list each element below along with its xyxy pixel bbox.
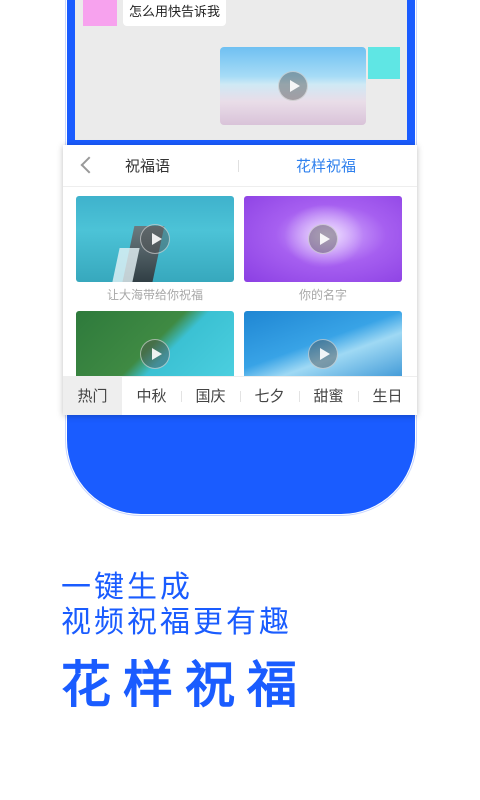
category-tab-mid-autumn[interactable]: 中秋 <box>122 377 181 415</box>
back-icon[interactable] <box>80 156 98 174</box>
promo-title: 花样祝福 <box>61 656 309 714</box>
avatar[interactable] <box>368 47 400 79</box>
video-thumbnail[interactable] <box>76 196 234 282</box>
tab-fancy-blessing[interactable]: 花样祝福 <box>296 145 356 187</box>
video-message[interactable] <box>220 47 366 125</box>
video-thumbnail[interactable] <box>244 196 402 282</box>
video-caption: 让大海带给你祝福 <box>106 288 203 302</box>
category-tab-sweet[interactable]: 甜蜜 <box>299 377 358 415</box>
promo-line-2: 视频祝福更有趣 <box>61 605 292 640</box>
category-tab-hot[interactable]: 热门 <box>63 377 122 415</box>
avatar[interactable] <box>83 0 117 26</box>
play-icon[interactable] <box>278 71 308 101</box>
play-icon[interactable] <box>308 339 338 369</box>
panel-header: 祝福语 花样祝福 <box>63 145 417 187</box>
category-bar: 热门 中秋 国庆 七夕 甜蜜 生日 <box>63 376 417 415</box>
video-caption: 你的名字 <box>298 288 347 302</box>
category-tab-national-day[interactable]: 国庆 <box>181 377 240 415</box>
tab-blessing-text[interactable]: 祝福语 <box>125 145 170 187</box>
play-icon[interactable] <box>308 224 338 254</box>
chat-bubble: 怎么用快告诉我 <box>123 0 227 26</box>
category-tab-qixi[interactable]: 七夕 <box>240 377 299 415</box>
tab-divider <box>238 160 239 172</box>
category-tab-birthday[interactable]: 生日 <box>358 377 417 415</box>
play-icon[interactable] <box>140 339 170 369</box>
promo-line-1: 一键生成 <box>61 570 193 605</box>
blessing-panel: 祝福语 花样祝福 让大海带给你祝福 你的名字 热门 中秋 国庆 七夕 甜蜜 生日 <box>63 145 417 415</box>
play-icon[interactable] <box>140 224 170 254</box>
